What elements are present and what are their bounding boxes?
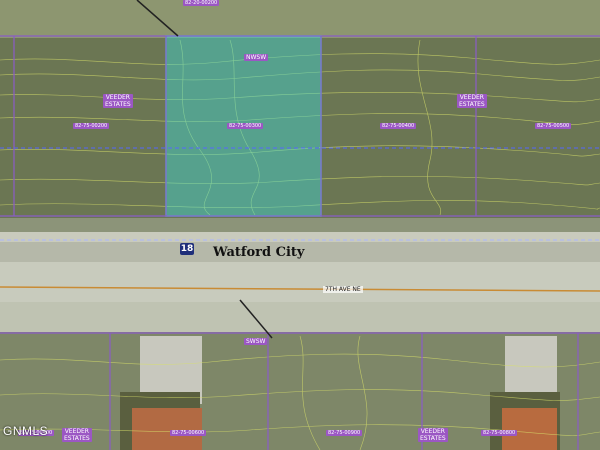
house-roof-1 xyxy=(132,408,202,450)
watermark: GNMLS xyxy=(3,424,49,438)
parcel-id-upper-1[interactable]: 82-75-00200 xyxy=(73,123,110,129)
section-number-badge: 18 xyxy=(180,243,194,255)
road-edge-lower xyxy=(0,302,600,332)
city-name-label: Watford City xyxy=(213,245,305,260)
map-canvas[interactable] xyxy=(0,0,600,450)
parcel-id-upper-2[interactable]: 82-75-00300 xyxy=(227,123,264,129)
parcel-id-upper-3[interactable]: 82-75-00400 xyxy=(380,123,417,129)
road-edge-upper xyxy=(0,232,600,242)
subdivision-label-upper-right: VEEDER ESTATES xyxy=(457,94,487,108)
quarter-label-lower: SWSW xyxy=(244,338,268,345)
house-roof-2 xyxy=(502,408,557,450)
subdivision-label-lower-right: VEEDER ESTATES xyxy=(418,428,448,442)
quarter-label-upper: NWSW xyxy=(244,54,269,61)
parcel-id-upper-4[interactable]: 82-75-00500 xyxy=(535,123,572,129)
road-name-label: 7TH AVE NE xyxy=(323,286,363,293)
top-field xyxy=(0,0,600,38)
parcel-id-lower-4[interactable]: 82-75-00800 xyxy=(481,430,518,436)
road-shoulder-upper xyxy=(0,218,600,232)
parcel-id-top: 82-20-00200 xyxy=(183,0,220,6)
parcel-map[interactable]: 82-20-00200 VEEDER ESTATES VEEDER ESTATE… xyxy=(0,0,600,450)
subdivision-label-upper-left: VEEDER ESTATES xyxy=(103,94,133,108)
parcel-id-lower-3[interactable]: 82-75-00900 xyxy=(326,430,363,436)
road-surface xyxy=(0,262,600,302)
parcel-id-lower-2[interactable]: 82-75-00600 xyxy=(170,430,207,436)
subdivision-label-lower-left: VEEDER ESTATES xyxy=(62,428,92,442)
